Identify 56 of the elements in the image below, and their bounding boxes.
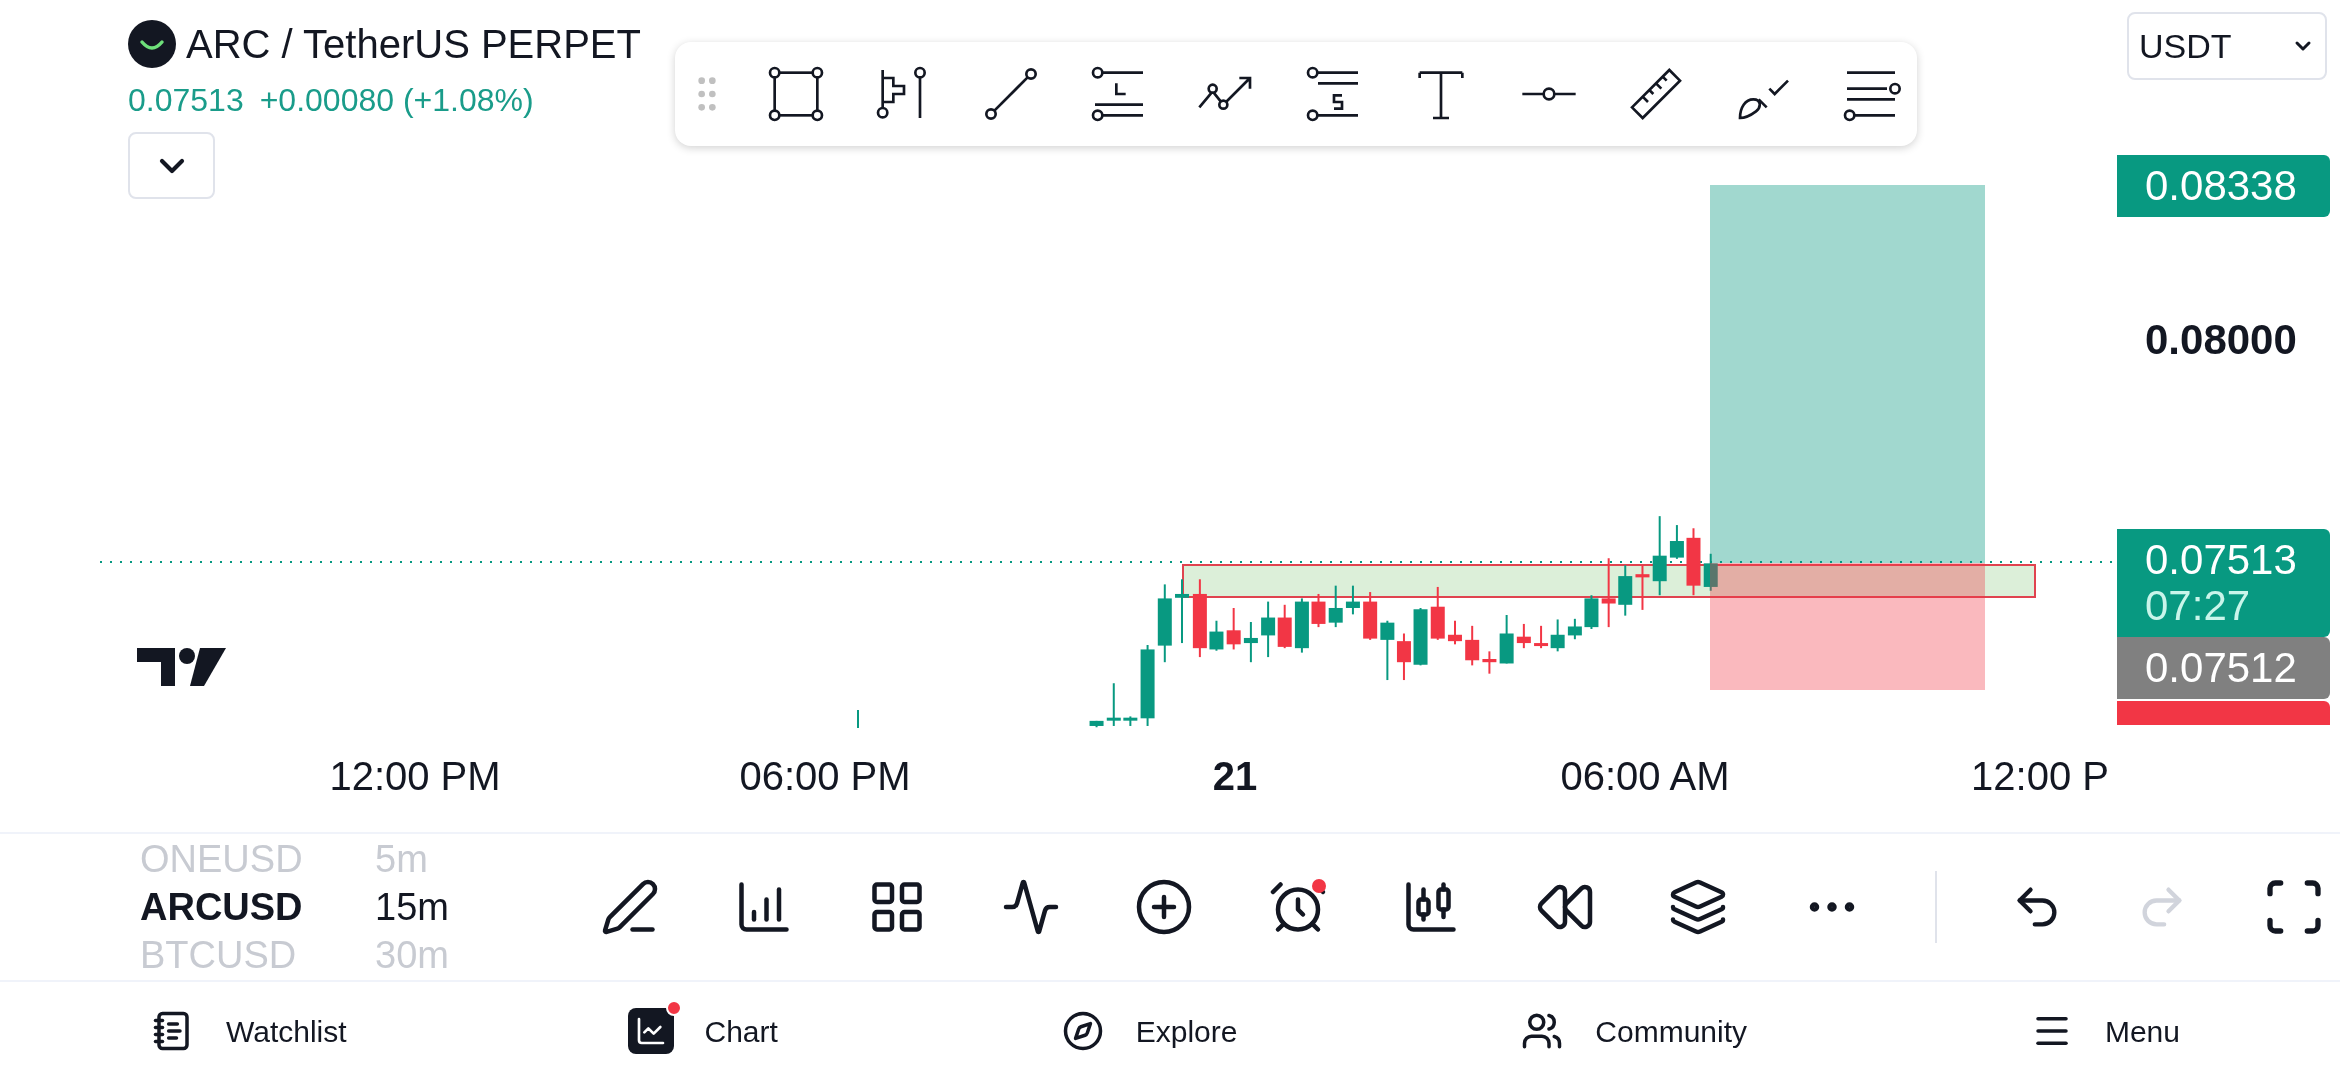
candlestick bbox=[1311, 592, 1326, 629]
time-label: 12:00 P bbox=[1970, 753, 2110, 800]
candlestick bbox=[1447, 619, 1462, 646]
candlestick bbox=[1328, 584, 1343, 629]
price-label: 0.07512 bbox=[2117, 637, 2330, 699]
time-label: 12:00 PM bbox=[328, 753, 502, 800]
coin-logo bbox=[128, 20, 176, 68]
candlestick bbox=[1089, 719, 1104, 729]
candlestick bbox=[1482, 650, 1497, 675]
candlestick bbox=[1635, 564, 1650, 611]
candlestick bbox=[1686, 527, 1701, 597]
candlestick bbox=[1516, 622, 1531, 650]
candlestick bbox=[1277, 603, 1292, 650]
nav-tab[interactable]: Explore bbox=[1059, 996, 1242, 1066]
price-label: 0.08338 bbox=[2117, 155, 2330, 217]
time-label: 21 bbox=[1211, 753, 1259, 800]
currency-select[interactable]: USDT bbox=[2127, 12, 2327, 80]
candlestick bbox=[857, 709, 859, 729]
symbol-title: ARC / TetherUS PERPET bbox=[186, 21, 641, 68]
symbol-item[interactable]: ARCUSD 15m bbox=[140, 885, 600, 929]
nav-tab[interactable]: Watchlist bbox=[150, 996, 351, 1066]
price-change: +0.00080 (+1.08%) bbox=[259, 81, 534, 120]
candlestick bbox=[1584, 594, 1599, 631]
pencil-icon[interactable] bbox=[600, 877, 660, 937]
candlestick bbox=[1380, 619, 1395, 682]
price-label: 0.07513 07:27 bbox=[2117, 529, 2330, 637]
candlestick bbox=[1703, 552, 1718, 592]
candlestick bbox=[1363, 591, 1378, 641]
time-label: 06:00 AM bbox=[1559, 753, 1731, 800]
nav-tab[interactable]: Menu bbox=[2028, 996, 2184, 1066]
expand-button[interactable] bbox=[128, 132, 215, 199]
candlestick bbox=[1567, 617, 1582, 641]
time-label: 06:00 PM bbox=[738, 753, 912, 800]
candlestick bbox=[1123, 715, 1138, 727]
candlestick bbox=[1413, 607, 1428, 667]
candlestick bbox=[1601, 557, 1616, 629]
candlestick bbox=[1465, 624, 1480, 667]
candlestick bbox=[1226, 607, 1241, 651]
candlestick bbox=[1396, 632, 1411, 682]
candlestick bbox=[1294, 597, 1309, 654]
candlestick bbox=[1175, 578, 1189, 645]
nav-tab[interactable]: Chart bbox=[628, 996, 782, 1066]
candlestick bbox=[1550, 618, 1565, 653]
candlestick bbox=[1669, 524, 1684, 560]
candlestick bbox=[1499, 614, 1514, 665]
candlestick bbox=[1261, 600, 1276, 659]
candlestick bbox=[1430, 585, 1445, 641]
price-tick: 0.08000 bbox=[2144, 317, 2298, 363]
candlestick bbox=[1534, 624, 1549, 650]
candlestick bbox=[1106, 682, 1121, 727]
candlestick bbox=[1345, 584, 1360, 616]
nav-tab[interactable]: Community bbox=[1519, 996, 1752, 1066]
candlestick bbox=[1243, 621, 1258, 664]
candlestick bbox=[1618, 564, 1633, 617]
candlestick bbox=[1209, 619, 1224, 652]
last-price: 0.07513 bbox=[128, 81, 244, 120]
